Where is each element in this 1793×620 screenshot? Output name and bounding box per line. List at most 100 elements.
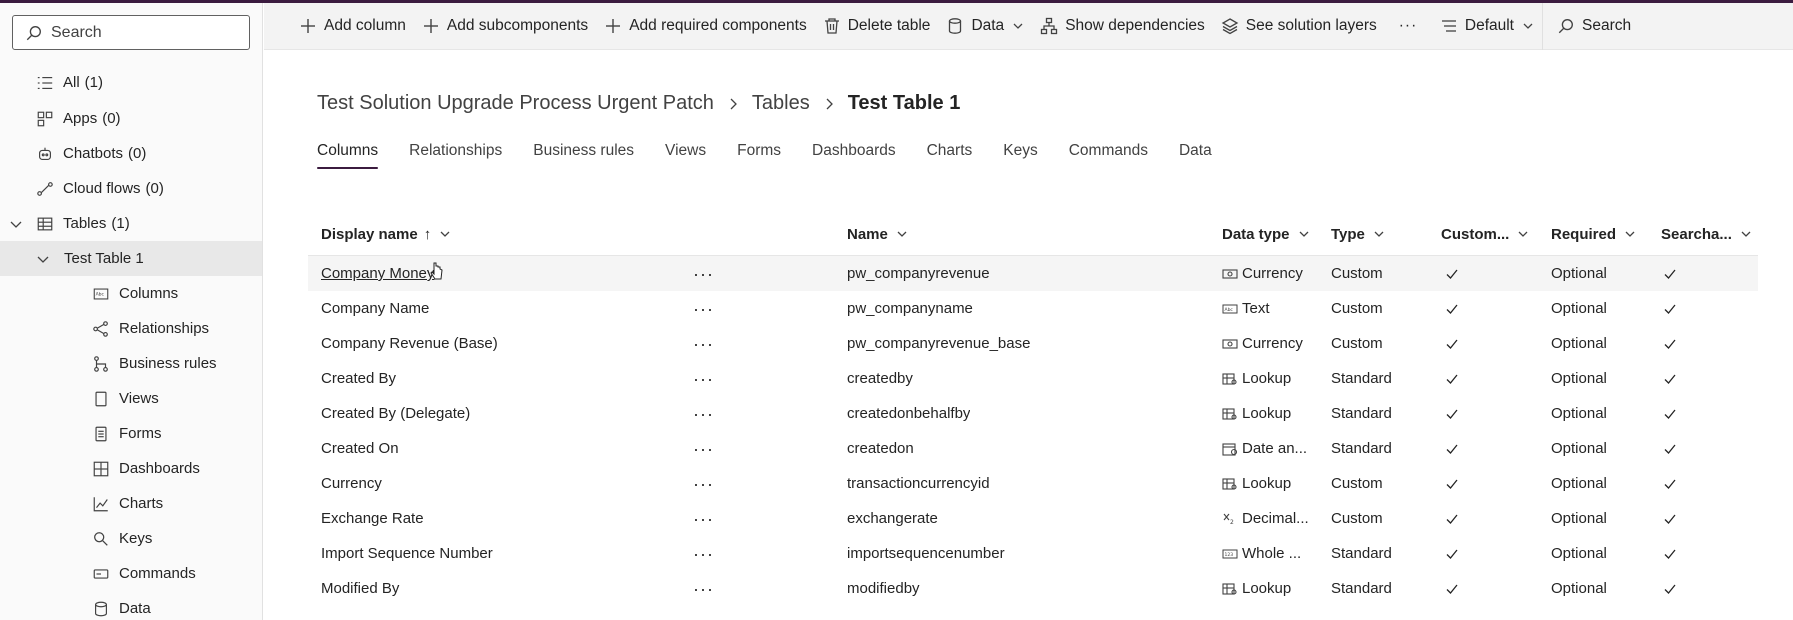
add-column-button[interactable]: Add column — [291, 3, 414, 50]
delete-table-label: Delete table — [847, 17, 931, 34]
sidebar-item-keys[interactable]: Keys — [0, 521, 262, 556]
sidebar-item-chatbots[interactable]: Chatbots (0) — [0, 136, 262, 171]
add-subcomponents-button[interactable]: Add subcomponents — [414, 3, 596, 50]
header-name[interactable]: Name — [847, 212, 908, 256]
sidebar-item-dashboards[interactable]: Dashboards — [0, 451, 262, 486]
data-type-cell: Date an... — [1222, 431, 1322, 466]
view-selector-button[interactable]: Default — [1432, 3, 1542, 50]
data-type-cell: Lookup — [1222, 396, 1322, 431]
table-row[interactable]: Modified By ··· modifiedby Lookup Standard Op… — [308, 571, 1758, 606]
customizable-check-icon — [1445, 396, 1459, 431]
name-cell: createdby — [847, 370, 913, 387]
data-menu-button[interactable]: Data — [938, 3, 1032, 50]
currency-icon — [1222, 337, 1238, 351]
sidebar-item-business-rules[interactable]: Business rules — [0, 346, 262, 381]
tab-keys[interactable]: Keys — [1003, 142, 1037, 169]
row-more-button[interactable]: ··· — [693, 536, 714, 571]
tab-columns[interactable]: Columns — [317, 142, 379, 169]
breadcrumb-solution-link[interactable]: Test Solution Upgrade Process Urgent Pat… — [317, 92, 714, 115]
display-name-cell[interactable]: Modified By — [321, 571, 721, 606]
header-display-name[interactable]: Display name ↑ — [321, 212, 451, 256]
header-data-type[interactable]: Data type — [1222, 212, 1310, 256]
row-more-button[interactable]: ··· — [693, 256, 714, 291]
row-more-button[interactable]: ··· — [693, 431, 714, 466]
header-customizable[interactable]: Custom... — [1441, 212, 1529, 256]
display-name-cell[interactable]: Company Revenue (Base) — [321, 326, 721, 361]
chevron-down-icon[interactable] — [8, 216, 24, 232]
display-name-cell[interactable]: Import Sequence Number — [321, 536, 721, 571]
display-name-cell[interactable]: Created By (Delegate) — [321, 396, 721, 431]
display-name-cell[interactable]: Currency — [321, 466, 721, 501]
table-row[interactable]: Currency ··· transactioncurrencyid Lookup Cu… — [308, 466, 1758, 501]
sidebar-item-charts[interactable]: Charts — [0, 486, 262, 521]
sidebar-item-label: Charts — [119, 495, 164, 512]
plus-icon — [606, 19, 621, 33]
searchable-check-icon — [1663, 396, 1677, 431]
row-more-button[interactable]: ··· — [693, 291, 714, 326]
sidebar-search-input[interactable]: Search — [12, 15, 250, 50]
svg-text:Abc: Abc — [96, 291, 105, 297]
row-more-button[interactable]: ··· — [693, 396, 714, 431]
table-row[interactable]: Company Name ··· pw_companyname Abc Text Cust… — [308, 291, 1758, 326]
sidebar-item-columns[interactable]: Abc Columns — [0, 276, 262, 311]
sidebar-item-data[interactable]: Data — [0, 591, 262, 620]
tab-commands[interactable]: Commands — [1069, 142, 1148, 169]
header-searchable[interactable]: Searcha... — [1661, 212, 1752, 256]
tab-dashboards[interactable]: Dashboards — [812, 142, 896, 169]
header-label: Searcha... — [1661, 225, 1732, 243]
chevron-down-icon — [1013, 23, 1023, 29]
sidebar-item-commands[interactable]: Commands — [0, 556, 262, 591]
sidebar-item-all[interactable]: All (1) — [0, 65, 262, 100]
forms-icon — [91, 424, 111, 444]
chevron-down-icon[interactable] — [35, 251, 51, 267]
header-label: Name — [847, 225, 888, 243]
breadcrumb-tables-link[interactable]: Tables — [752, 92, 810, 115]
mouse-cursor-icon — [430, 262, 443, 280]
customizable-check-icon — [1445, 361, 1459, 396]
row-more-button[interactable]: ··· — [693, 326, 714, 361]
sidebar-item-forms[interactable]: Forms — [0, 416, 262, 451]
solution-explorer-sidebar: Search All (1) Apps (0) Chatbots (0) Cloud … — [0, 3, 263, 620]
required-cell: Optional — [1551, 545, 1607, 562]
display-name-cell[interactable]: Company Name — [321, 291, 721, 326]
tab-business-rules[interactable]: Business rules — [533, 142, 634, 169]
row-more-button[interactable]: ··· — [693, 466, 714, 501]
chevron-down-icon — [1523, 23, 1533, 29]
row-more-button[interactable]: ··· — [693, 361, 714, 396]
sidebar-item-views[interactable]: Views — [0, 381, 262, 416]
sidebar-item-tables[interactable]: Tables (1) — [0, 206, 262, 241]
show-dependencies-button[interactable]: Show dependencies — [1032, 3, 1213, 50]
table-row[interactable]: Company Revenue (Base) ··· pw_companyreven… — [308, 326, 1758, 361]
sidebar-item-relationships[interactable]: Relationships — [0, 311, 262, 346]
row-more-button[interactable]: ··· — [693, 501, 714, 536]
see-solution-layers-button[interactable]: See solution layers — [1213, 3, 1385, 50]
table-row[interactable]: Created By ··· createdby Lookup Standard Opti… — [308, 361, 1758, 396]
row-more-button[interactable]: ··· — [693, 571, 714, 606]
table-row[interactable]: Created On ··· createdon Date an... Standard… — [308, 431, 1758, 466]
table-row[interactable]: Company Money ··· pw_companyrevenue Currenc… — [308, 256, 1758, 291]
display-name-cell[interactable]: Exchange Rate — [321, 501, 721, 536]
display-name-cell[interactable]: Created By — [321, 361, 721, 396]
tab-forms[interactable]: Forms — [737, 142, 781, 169]
grid-search-input[interactable]: Search — [1543, 3, 1693, 50]
header-required[interactable]: Required — [1551, 212, 1636, 256]
text-icon: Abc — [1222, 302, 1238, 316]
required-cell: Optional — [1551, 510, 1607, 527]
sidebar-search-placeholder: Search — [51, 23, 102, 41]
table-row[interactable]: Created By (Delegate) ··· createdonbehalfb… — [308, 396, 1758, 431]
tab-charts[interactable]: Charts — [927, 142, 973, 169]
header-type[interactable]: Type — [1331, 212, 1385, 256]
sidebar-item-test-table-1[interactable]: Test Table 1 — [0, 241, 262, 276]
delete-table-button[interactable]: Delete table — [815, 3, 939, 50]
tab-relationships[interactable]: Relationships — [409, 142, 502, 169]
tab-views[interactable]: Views — [665, 142, 706, 169]
table-row[interactable]: Import Sequence Number ··· importsequencen… — [308, 536, 1758, 571]
tab-data[interactable]: Data — [1179, 142, 1212, 169]
add-required-components-button[interactable]: Add required components — [596, 3, 815, 50]
display-name-cell[interactable]: Created On — [321, 431, 721, 466]
sidebar-item-apps[interactable]: Apps (0) — [0, 101, 262, 136]
display-name-cell[interactable]: Company Money — [321, 256, 721, 291]
more-commands-button[interactable]: ··· — [1385, 3, 1432, 50]
table-row[interactable]: Exchange Rate ··· exchangerate 2 Decimal... C… — [308, 501, 1758, 536]
sidebar-item-cloud-flows[interactable]: Cloud flows (0) — [0, 171, 262, 206]
